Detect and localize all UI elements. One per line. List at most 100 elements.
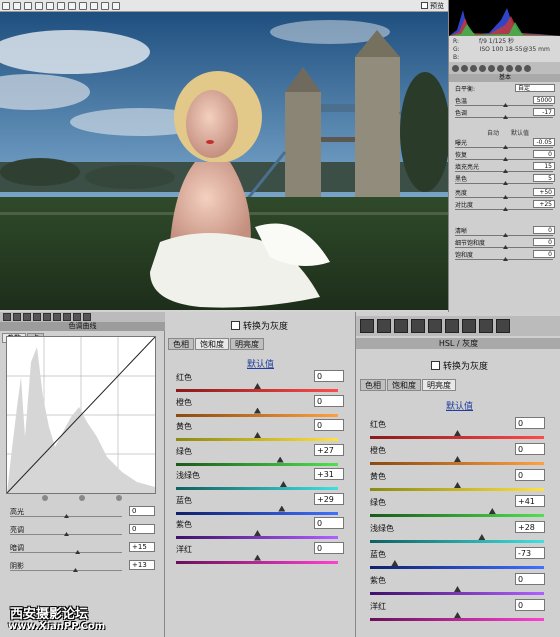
white-balance-row[interactable]: 白平衡: 自定: [453, 84, 557, 96]
zoom-tool-icon[interactable]: [2, 1, 10, 10]
slider-value[interactable]: 0: [314, 370, 344, 382]
basic-slider-row[interactable]: 曝光 -0.05: [453, 138, 557, 150]
slider-track[interactable]: [370, 514, 544, 517]
tab-saturation[interactable]: 饱和度: [387, 379, 421, 391]
slider-row[interactable]: 紫色 0: [168, 517, 346, 542]
auto-link[interactable]: 自动: [487, 128, 499, 137]
slider-track[interactable]: [176, 487, 338, 490]
tab-icon[interactable]: [33, 313, 41, 321]
slider-value[interactable]: +41: [515, 495, 545, 507]
tab-icon[interactable]: [462, 319, 476, 333]
tab-icon[interactable]: [411, 319, 425, 333]
slider-value[interactable]: +28: [515, 521, 545, 533]
straighten-tool-icon[interactable]: [57, 1, 65, 10]
slider-thumb[interactable]: [454, 482, 461, 488]
tab-icon[interactable]: [23, 313, 31, 321]
slider-value[interactable]: 5000: [533, 96, 555, 104]
slider-row[interactable]: 蓝色 -73: [362, 547, 552, 572]
tab-hue[interactable]: 色相: [168, 338, 194, 350]
slider-value[interactable]: +31: [314, 468, 344, 480]
slider-row[interactable]: 浅绿色 +28: [362, 521, 552, 546]
slider-track[interactable]: [10, 570, 122, 571]
slider-value[interactable]: +27: [314, 443, 344, 456]
default-link[interactable]: 默认值: [446, 399, 473, 412]
slider-row[interactable]: 黄色 0: [362, 469, 552, 494]
basic-slider-row[interactable]: 黑色 5: [453, 174, 557, 186]
camera-tab-icon[interactable]: [506, 64, 513, 72]
split-handle[interactable]: [79, 495, 85, 501]
slider-track[interactable]: [176, 536, 338, 539]
slider-thumb[interactable]: [454, 430, 461, 436]
slider-value[interactable]: 0: [129, 524, 155, 534]
slider-value[interactable]: 0: [129, 506, 155, 516]
slider-value[interactable]: 0: [515, 573, 545, 585]
slider-thumb[interactable]: [254, 554, 261, 561]
checkbox-icon[interactable]: [421, 2, 428, 9]
split-tab-icon[interactable]: [488, 64, 495, 72]
slider-row[interactable]: 绿色 +41: [362, 495, 552, 520]
slider-value[interactable]: -73: [515, 547, 545, 559]
slider-value[interactable]: +29: [314, 492, 344, 505]
tab-icon[interactable]: [479, 319, 493, 333]
slider-thumb[interactable]: [254, 530, 261, 536]
basic-tab-icon[interactable]: [452, 64, 459, 72]
retouch-tool-icon[interactable]: [68, 1, 76, 10]
tab-hue[interactable]: 色相: [360, 379, 386, 391]
slider-track[interactable]: [176, 560, 338, 564]
basic-slider-row[interactable]: 清晰 0: [453, 226, 557, 238]
crop-tool-icon[interactable]: [46, 1, 54, 10]
default-link[interactable]: 默认值: [247, 357, 274, 370]
slider-thumb[interactable]: [254, 407, 261, 414]
slider-track[interactable]: [370, 592, 544, 595]
convert-grayscale[interactable]: 转换为灰度: [231, 319, 288, 332]
slider-thumb[interactable]: [254, 432, 261, 438]
slider-value[interactable]: 0: [314, 517, 344, 529]
default-link[interactable]: 默认值: [511, 128, 529, 137]
hand-tool-icon[interactable]: [13, 1, 21, 10]
hsl-tab-icon[interactable]: [479, 64, 486, 72]
slider-thumb[interactable]: [278, 505, 286, 512]
lens-tab-icon[interactable]: [497, 64, 504, 72]
slider-value[interactable]: 0: [314, 419, 344, 431]
convert-grayscale[interactable]: 转换为灰度: [431, 359, 488, 372]
slider-value[interactable]: 0: [314, 394, 344, 407]
slider-value[interactable]: -0.05: [533, 138, 555, 146]
white-balance-select[interactable]: 自定: [515, 84, 555, 92]
rotate-left-icon[interactable]: [101, 1, 109, 10]
curve-slider-row[interactable]: 高光 0: [2, 506, 162, 519]
slider-value[interactable]: 0: [515, 469, 545, 481]
slider-row[interactable]: 蓝色 +29: [168, 492, 346, 518]
slider-track[interactable]: [176, 462, 338, 466]
tab-icon[interactable]: [43, 313, 51, 321]
slider-row[interactable]: 洋红 0: [168, 541, 346, 567]
slider-track[interactable]: [370, 488, 544, 491]
slider-row[interactable]: 紫色 0: [362, 573, 552, 598]
red-eye-tool-icon[interactable]: [79, 1, 87, 10]
curve-slider-row[interactable]: 亮调 0: [2, 524, 162, 537]
basic-slider-row[interactable]: 色温 5000: [453, 96, 557, 108]
curve-slider-row[interactable]: 阴影 +13: [2, 560, 162, 573]
slider-row[interactable]: 洋红 0: [362, 599, 552, 624]
slider-thumb[interactable]: [391, 560, 399, 566]
split-handle[interactable]: [116, 495, 122, 501]
slider-value[interactable]: -17: [533, 108, 555, 116]
slider-row[interactable]: 红色 0: [168, 370, 346, 395]
color-sampler-icon[interactable]: [35, 1, 43, 10]
slider-row[interactable]: 黄色 0: [168, 419, 346, 444]
preferences-icon[interactable]: [90, 1, 98, 10]
slider-track[interactable]: [370, 566, 544, 569]
slider-row[interactable]: 浅绿色 +31: [168, 468, 346, 493]
detail-tab-icon[interactable]: [470, 64, 477, 72]
tab-icon[interactable]: [428, 319, 442, 333]
slider-track[interactable]: [176, 413, 338, 417]
slider-value[interactable]: 0: [533, 150, 555, 158]
slider-value[interactable]: +50: [533, 188, 555, 196]
basic-slider-row[interactable]: 色调 -17: [453, 108, 557, 120]
slider-value[interactable]: 0: [533, 238, 555, 246]
slider-track[interactable]: [10, 552, 122, 553]
checkbox-icon[interactable]: [231, 321, 240, 330]
slider-thumb[interactable]: [478, 534, 486, 540]
tab-icon[interactable]: [445, 319, 459, 333]
slider-track[interactable]: [370, 462, 544, 465]
tab-icon[interactable]: [63, 313, 71, 321]
